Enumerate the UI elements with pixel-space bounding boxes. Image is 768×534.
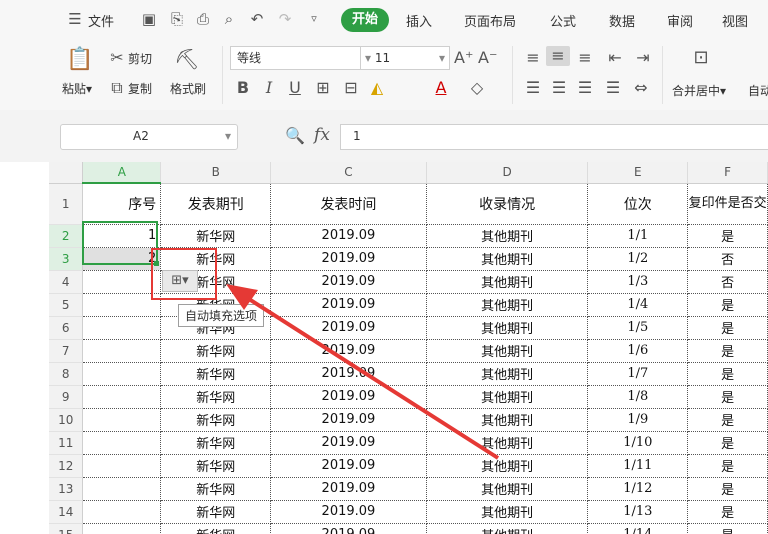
indent-decrease-icon[interactable]: ⇤ (606, 48, 624, 68)
ribbon-separator (222, 46, 223, 104)
menu-bar: ☰ 文件 ▣ ⎘ ⎙ ⌕ ↶ ↷ ▿ 开始 插入 页面布局 公式 数据 审阅 视… (0, 0, 768, 40)
align-center-icon[interactable]: ☰ (550, 78, 568, 98)
undo-icon[interactable]: ↶ (248, 10, 266, 28)
merge-center-button[interactable]: 合并居中▾ (672, 82, 726, 99)
underline-icon[interactable]: U (288, 78, 302, 98)
chevron-down-icon: ▾ (438, 51, 445, 65)
arrow-shaft (236, 290, 500, 460)
auto-wrap-button[interactable]: 自动 (748, 82, 768, 99)
font-name-select[interactable]: 等线 (230, 46, 362, 70)
paste-label: 粘贴 (62, 82, 87, 96)
align-middle-icon[interactable]: ≡ (546, 46, 570, 66)
merge-center-icon[interactable]: ⊡ (690, 48, 712, 68)
tab-view[interactable]: 视图 (722, 11, 748, 30)
output-pdf-icon[interactable]: ⎘ (168, 10, 186, 28)
bold-icon[interactable]: B (236, 78, 250, 98)
clear-format-icon[interactable]: ◇ (468, 78, 486, 98)
fill-pattern-icon[interactable]: ⊟ (342, 78, 360, 98)
redo-icon[interactable]: ↷ (276, 10, 294, 28)
name-box[interactable]: A2 ▾ (60, 124, 238, 150)
distributed-align-icon[interactable]: ⇔ (632, 78, 650, 98)
indent-increase-icon[interactable]: ⇥ (634, 48, 652, 68)
ribbon-toolbar: 📋 粘贴▾ ✂ 剪切 ⧉ 复制 ⛏ 格式刷 等线 ▾ 11 ▾ A⁺ A⁻ B … (0, 40, 768, 111)
menu-file[interactable]: 文件 (88, 11, 114, 30)
decrease-font-icon[interactable]: A⁻ (478, 48, 497, 68)
copy-icon[interactable]: ⧉ (108, 78, 126, 98)
spreadsheet-grid: A B C D E F 1 序号 发表期刊 发表时间 收录情况 位次 复印件是否… (0, 162, 768, 534)
hamburger-menu-icon[interactable]: ☰ (66, 10, 84, 28)
formula-bar: A2 ▾ 🔍 fx 1 (0, 110, 768, 162)
align-right-icon[interactable]: ☰ (576, 78, 594, 98)
tab-insert[interactable]: 插入 (406, 11, 432, 30)
align-left-icon[interactable]: ☰ (524, 78, 542, 98)
ribbon-separator (662, 46, 663, 104)
ribbon-separator (512, 46, 513, 104)
formula-input[interactable]: 1 (340, 124, 768, 150)
font-name-value: 等线 (237, 51, 262, 65)
italic-icon[interactable]: I (262, 78, 276, 98)
fill-color-icon[interactable]: ◭ (368, 78, 386, 98)
align-bottom-icon[interactable]: ≡ (576, 48, 594, 68)
tab-review[interactable]: 审阅 (667, 11, 693, 30)
format-painter-button[interactable]: 格式刷 (170, 80, 206, 97)
font-size-select[interactable]: ▾ 11 ▾ (360, 46, 450, 70)
paste-button[interactable]: 粘贴▾ (62, 80, 92, 97)
tab-formulas[interactable]: 公式 (550, 11, 576, 30)
print-preview-icon[interactable]: ⌕ (220, 10, 238, 28)
chevron-down-icon: ▾ (365, 51, 372, 65)
merge-center-label: 合并居中 (672, 84, 721, 98)
tab-data[interactable]: 数据 (609, 11, 635, 30)
borders-icon[interactable]: ⊞ (314, 78, 332, 98)
annotation-arrow (226, 284, 500, 460)
save-icon[interactable]: ▣ (140, 10, 158, 28)
format-painter-icon[interactable]: ⛏ (174, 46, 199, 72)
formula-value: 1 (353, 129, 361, 143)
arrow-head (226, 284, 258, 310)
function-icon[interactable]: fx (312, 125, 332, 145)
tab-page-layout[interactable]: 页面布局 (464, 11, 516, 30)
font-size-value: 11 (374, 51, 391, 65)
scissors-icon[interactable]: ✂ (108, 48, 126, 68)
zoom-search-icon[interactable]: 🔍 (285, 126, 305, 146)
paste-icon[interactable]: 📋 (66, 46, 94, 74)
name-box-value: A2 (133, 129, 149, 143)
cut-button[interactable]: 剪切 (128, 50, 152, 67)
increase-font-icon[interactable]: A⁺ (454, 48, 473, 68)
chevron-down-icon: ▾ (224, 129, 231, 143)
justify-icon[interactable]: ☰ (604, 78, 622, 98)
print-icon[interactable]: ⎙ (194, 10, 212, 28)
tab-home[interactable]: 开始 (341, 8, 389, 32)
customize-dropdown-icon[interactable]: ▿ (305, 10, 323, 28)
font-color-icon[interactable]: A (434, 78, 448, 98)
copy-button[interactable]: 复制 (128, 80, 152, 97)
align-top-icon[interactable]: ≡ (524, 48, 542, 68)
